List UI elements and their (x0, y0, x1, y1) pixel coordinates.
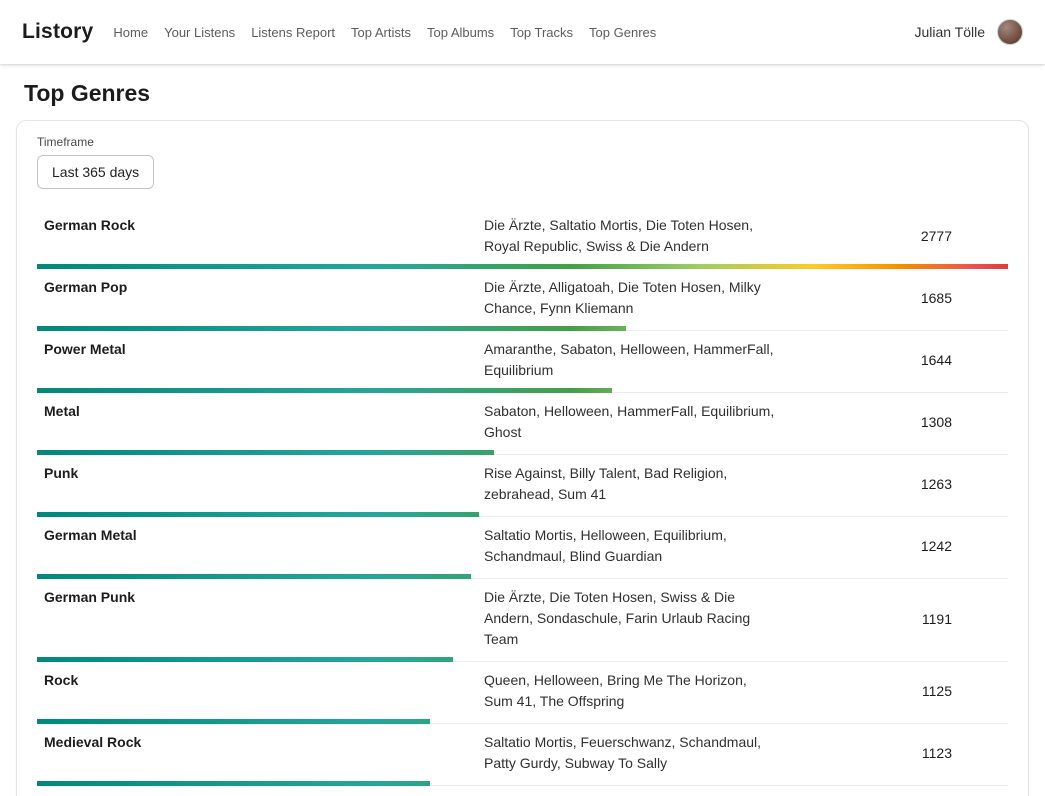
genre-row: Rock Queen, Helloween, Bring Me The Hori… (37, 662, 1008, 724)
nav-item-top-artists[interactable]: Top Artists (351, 25, 411, 40)
genre-listen-count: 1685 (921, 290, 1008, 306)
genre-top-artists: Queen, Helloween, Bring Me The Horizon, … (484, 670, 779, 712)
genre-row: German Pop Die Ärzte, Alligatoah, Die To… (37, 269, 1008, 331)
genre-name: Power Metal (37, 339, 484, 360)
genre-row: Melodic Metal Unleash The Archers, Hello… (37, 786, 1008, 796)
page-title: Top Genres (24, 80, 1045, 107)
user-avatar[interactable] (997, 19, 1023, 45)
timeframe-label: Timeframe (37, 135, 1008, 149)
nav-item-top-genres[interactable]: Top Genres (589, 25, 656, 40)
genre-top-artists: Saltatio Mortis, Feuerschwanz, Schandmau… (484, 732, 779, 774)
genre-name: German Rock (37, 215, 484, 236)
genre-row: Metal Sabaton, Helloween, HammerFall, Eq… (37, 393, 1008, 455)
genre-listen-count: 1125 (922, 683, 1008, 699)
nav-item-listens-report[interactable]: Listens Report (251, 25, 335, 40)
genre-name: German Pop (37, 277, 484, 298)
user-name[interactable]: Julian Tölle (914, 24, 985, 40)
nav-item-top-albums[interactable]: Top Albums (427, 25, 494, 40)
genre-name: German Punk (37, 587, 484, 608)
genre-top-artists: Saltatio Mortis, Helloween, Equilibrium,… (484, 525, 779, 567)
top-nav-bar: Listory Home Your Listens Listens Report… (0, 0, 1045, 64)
genre-listen-count: 1191 (922, 611, 1008, 627)
genre-row: Medieval Rock Saltatio Mortis, Feuerschw… (37, 724, 1008, 786)
genre-name: Rock (37, 670, 484, 691)
genre-listen-count: 1123 (922, 745, 1008, 761)
genre-top-artists: Die Ärzte, Alligatoah, Die Toten Hosen, … (484, 277, 779, 319)
genre-listen-count: 1263 (921, 476, 1008, 492)
genre-listen-count: 1308 (921, 414, 1008, 430)
main-nav: Home Your Listens Listens Report Top Art… (113, 25, 656, 40)
genre-name: Medieval Rock (37, 732, 484, 753)
nav-item-top-tracks[interactable]: Top Tracks (510, 25, 573, 40)
genre-table: German Rock Die Ärzte, Saltatio Mortis, … (37, 207, 1008, 796)
genre-listen-count: 1242 (921, 538, 1008, 554)
genre-top-artists: Amaranthe, Sabaton, Helloween, HammerFal… (484, 339, 779, 381)
timeframe-select-button[interactable]: Last 365 days (37, 155, 154, 189)
genre-row: Power Metal Amaranthe, Sabaton, Hellowee… (37, 331, 1008, 393)
genre-top-artists: Die Ärzte, Saltatio Mortis, Die Toten Ho… (484, 215, 779, 257)
nav-item-your-listens[interactable]: Your Listens (164, 25, 235, 40)
genre-name: German Metal (37, 525, 484, 546)
genre-top-artists: Rise Against, Billy Talent, Bad Religion… (484, 463, 779, 505)
genre-row: German Punk Die Ärzte, Die Toten Hosen, … (37, 579, 1008, 662)
genre-row: German Rock Die Ärzte, Saltatio Mortis, … (37, 207, 1008, 269)
genre-top-artists: Die Ärzte, Die Toten Hosen, Swiss & Die … (484, 587, 779, 650)
user-menu: Julian Tölle (914, 19, 1023, 45)
genre-name: Punk (37, 463, 484, 484)
app-logo[interactable]: Listory (22, 20, 93, 44)
genre-row: Punk Rise Against, Billy Talent, Bad Rel… (37, 455, 1008, 517)
genre-top-artists: Sabaton, Helloween, HammerFall, Equilibr… (484, 401, 779, 443)
genre-listen-count: 2777 (921, 228, 1008, 244)
genre-listen-count: 1644 (921, 352, 1008, 368)
genre-row: German Metal Saltatio Mortis, Helloween,… (37, 517, 1008, 579)
nav-item-home[interactable]: Home (113, 25, 148, 40)
genre-name: Metal (37, 401, 484, 422)
top-genres-card: Timeframe Last 365 days German Rock Die … (16, 120, 1029, 796)
